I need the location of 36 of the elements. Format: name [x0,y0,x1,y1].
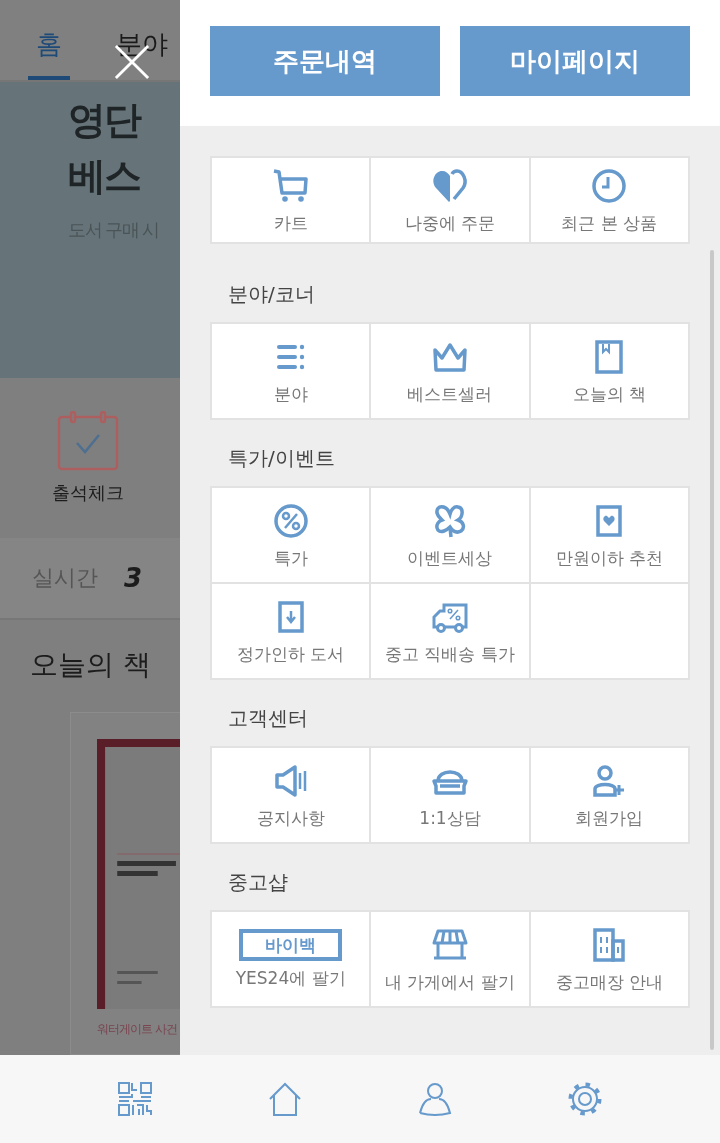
menu-button[interactable]: 내 가게에서 팔기 [371,912,529,1006]
home-icon[interactable] [267,1081,303,1117]
ticket-badge: 바이백 [239,928,343,961]
menu-button[interactable]: 이벤트세상 [371,488,529,582]
menu-button[interactable]: 오늘의 책 [530,324,688,418]
menu-top-button[interactable]: 주문내역 [210,26,440,96]
section-title: 고객센터 [228,705,309,732]
banner-title: 베스 [68,153,141,200]
section-heading: 오늘의 책 [30,647,152,683]
menu-button[interactable]: 중고 직배송 특가 [371,584,529,678]
menu-button[interactable]: 카트 [212,158,370,242]
attendance-label[interactable]: 출석체크 [52,481,124,505]
menu-button[interactable]: 최근 본 상품 [530,158,688,242]
menu-button[interactable]: 공지사항 [212,748,370,842]
rank-number: 3 [124,563,143,593]
banner-title: 영단 [68,97,142,144]
settings-icon[interactable] [567,1081,603,1117]
section-title: 분야/코너 [228,281,316,308]
section-title: 특가/이벤트 [228,445,336,472]
menu-button[interactable]: 바이백 YES24에 팔기 [212,912,370,1006]
menu-button[interactable]: 회원가입 [530,748,688,842]
menu-button[interactable]: 특가 [212,488,370,582]
menu-button[interactable]: 나중에 주문 [371,158,529,242]
menu-button[interactable]: 중고매장 안내 [530,912,688,1006]
menu-top-button[interactable]: 마이페이지 [460,26,690,96]
user-icon[interactable] [417,1081,453,1117]
section-title: 중고샵 [228,869,289,896]
menu-button[interactable]: 만원이하 추천 [530,488,688,582]
qr-code-icon[interactable] [117,1081,153,1117]
tab[interactable]: 분야 [112,27,172,80]
menu-button[interactable]: 1:1상담 [371,748,529,842]
scrollbar[interactable] [710,250,714,1050]
menu-button[interactable]: 분야 [212,324,370,418]
menu-button[interactable]: 베스트셀러 [371,324,529,418]
calendar-check-icon[interactable] [57,411,119,471]
menu-button[interactable]: 정가인하 도서 [212,584,370,678]
